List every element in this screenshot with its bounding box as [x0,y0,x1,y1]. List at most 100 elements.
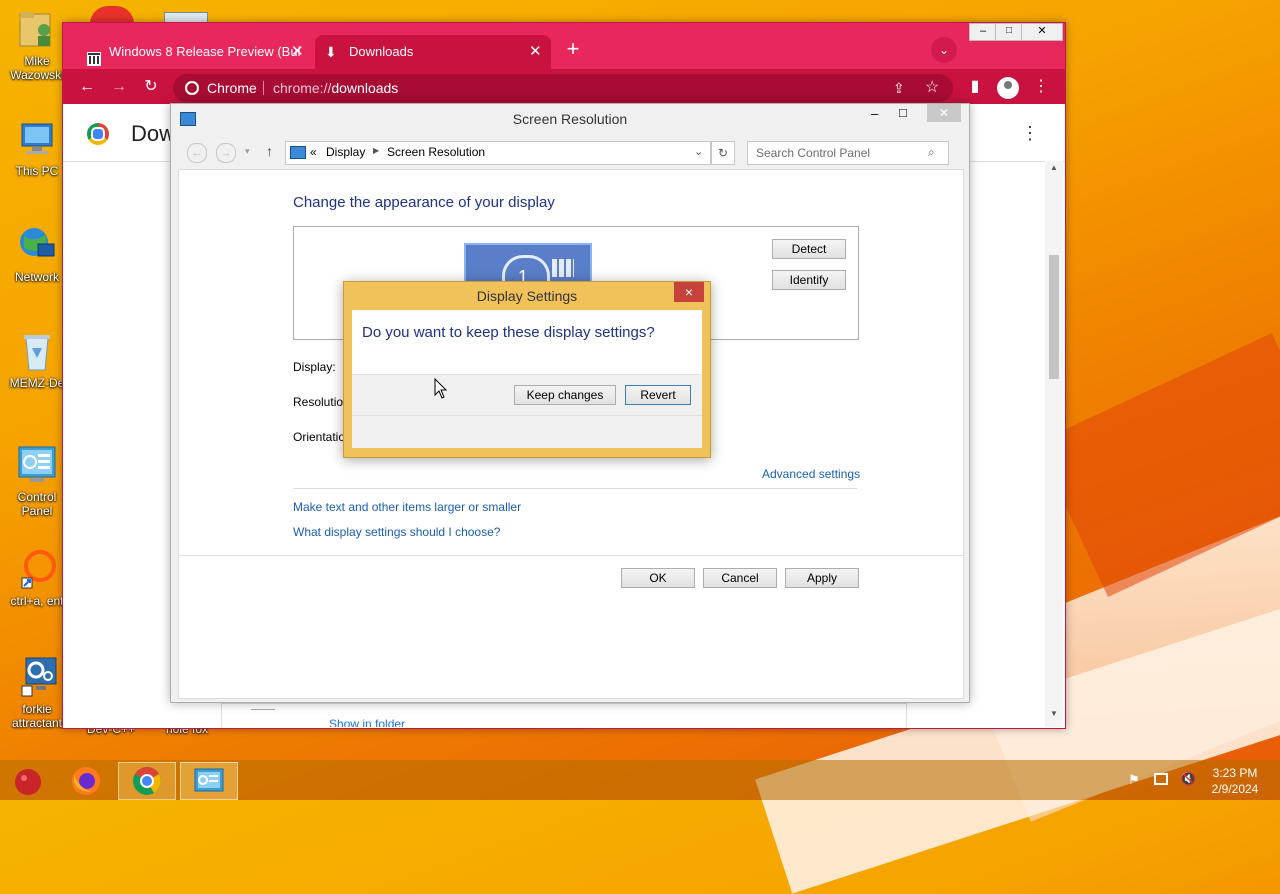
desktop-icon-label: MEMZ-De [9,376,65,390]
forward-icon[interactable]: → [216,143,236,163]
recent-locations-icon[interactable]: ▾ [245,146,250,157]
ok-button[interactable]: OK [621,568,695,588]
taskbar: ⚑ 🔇 3:23 PM 2/9/2024 [0,760,1280,800]
desktop-icon-network[interactable]: Network [4,224,70,284]
minimize-icon[interactable]: – [871,106,878,121]
dialog-close-icon[interactable]: × [674,282,704,302]
window-title: Screen Resolution [512,111,628,127]
shortcut-ring-icon [16,548,58,590]
search-placeholder: Search Control Panel [756,146,871,160]
clock[interactable]: 3:23 PM 2/9/2024 [1200,765,1270,797]
settings-gear-icon [16,656,58,698]
download-icon: ⬇ [325,44,337,60]
reload-icon[interactable]: ↻ [139,77,163,97]
refresh-icon[interactable]: ↻ [711,141,735,165]
up-arrow-icon[interactable]: ↑ [266,143,273,159]
text-size-link[interactable]: Make text and other items larger or smal… [293,500,521,514]
show-in-folder-link[interactable]: Show in folder [329,717,405,727]
page-scrollbar[interactable]: ▲ ▼ [1045,161,1063,727]
mouse-cursor-icon [434,377,448,403]
clock-date: 2/9/2024 [1211,782,1259,796]
download-card [221,703,907,728]
museum-icon [87,45,101,66]
breadcrumb-screen-resolution[interactable]: Screen Resolution [387,145,485,159]
bookmark-star-icon[interactable]: ☆ [925,74,939,102]
side-panel-icon[interactable]: ▮ [963,77,987,97]
scroll-down-arrow-icon[interactable]: ▼ [1050,709,1058,718]
close-icon[interactable]: ✕ [291,35,304,69]
chrome-menu-icon[interactable]: ⋮ [1029,77,1053,97]
desktop-icon-label: This PC [15,164,59,178]
identify-button[interactable]: Identify [772,270,846,290]
desktop-icon-label: Control Panel [17,490,57,518]
breadcrumb-overflow[interactable]: « [310,145,317,159]
taskbar-app[interactable] [118,762,176,800]
maximize-icon[interactable]: □ [899,105,907,120]
search-icon: ⌕ [928,145,935,159]
forward-icon[interactable]: → [107,77,131,97]
desktop-icon-label: ctrl+a, ent [10,594,64,608]
display-settings-help-link[interactable]: What display settings should I choose? [293,525,500,539]
desktop-icon-forkie[interactable]: forkie attractant [4,656,70,730]
user-folder-icon [16,8,58,50]
search-control-panel-input[interactable]: Search Control Panel ⌕ [747,141,949,165]
section-divider [293,488,857,489]
back-icon[interactable]: ← [187,143,207,163]
detect-button[interactable]: Detect [772,239,846,259]
desktop-icon-label: Mike Wazowski [10,54,64,82]
downloads-page-title: Dow [131,121,176,146]
clock-time: 3:23 PM [1212,766,1258,780]
dialog-body: Do you want to keep these display settin… [352,310,702,448]
url-scheme: chrome:// [273,80,332,96]
computer-icon [16,118,58,160]
chrome-page-logo-icon [87,123,109,145]
new-tab-icon[interactable]: + [561,38,585,60]
cancel-button[interactable]: Cancel [703,568,777,588]
desktop-icon-this-pc[interactable]: This PC [4,118,70,178]
action-center-flag-icon[interactable]: ⚑ [1128,772,1140,788]
taskbar-app[interactable] [0,762,56,798]
desktop-icon-user-folder[interactable]: Mike Wazowski [4,8,70,82]
keep-changes-button[interactable]: Keep changes [514,385,616,405]
omnibox[interactable]: Chrome chrome://downloads ⇪ ☆ [173,74,953,102]
tab-title: Downloads [349,44,414,59]
address-bar[interactable]: « Display ▶ Screen Resolution ⌄ [285,141,711,165]
advanced-settings-link[interactable]: Advanced settings [762,467,860,481]
taskbar-app[interactable] [180,762,238,800]
maximize-icon[interactable]: □ [995,23,1023,41]
desktop-icon-recycle-bin[interactable]: MEMZ-De [4,330,70,390]
address-dropdown-icon[interactable]: ⌄ [694,145,703,158]
dialog-button-row: Keep changes Revert [352,374,702,416]
volume-muted-icon[interactable]: 🔇 [1180,771,1196,787]
taskbar-app[interactable] [58,762,114,798]
window-close-icon[interactable]: ✕ [927,104,961,122]
monitor-grid-icon [552,259,574,277]
download-file-icon [251,703,275,710]
close-icon[interactable]: ✕ [529,35,542,69]
tab-downloads[interactable]: ⬇ Downloads ✕ [315,35,551,69]
share-icon[interactable]: ⇪ [893,74,905,102]
profile-avatar[interactable] [997,77,1019,99]
scroll-thumb[interactable] [1049,255,1059,379]
desktop-icon-shortcut[interactable]: ctrl+a, ent [4,548,70,608]
tab-windows8-release-preview[interactable]: Windows 8 Release Preview (Bui ✕ [77,35,313,69]
downloads-page-menu-icon[interactable]: ⋮ [1021,123,1039,144]
tab-title: Windows 8 Release Preview (Bui [109,44,301,59]
tab-search-icon[interactable]: ⌄ [931,37,957,63]
display-settings-dialog: Display Settings × Do you want to keep t… [343,281,711,458]
chrome-icon [133,767,161,795]
window-close-icon[interactable]: ✕ [1021,23,1063,41]
back-icon[interactable]: ← [75,77,99,97]
network-icon [16,224,58,266]
revert-button[interactable]: Revert [625,385,691,405]
dialog-question: Do you want to keep these display settin… [362,324,655,341]
network-status-icon[interactable] [1154,773,1168,785]
scroll-up-arrow-icon[interactable]: ▲ [1050,163,1058,172]
desktop-icon-label: forkie attractant [11,702,63,730]
desktop-icon-control-panel[interactable]: Control Panel [4,444,70,518]
breadcrumb-display[interactable]: Display [326,145,365,159]
minimize-icon[interactable]: – [969,23,997,41]
apply-button[interactable]: Apply [785,568,859,588]
recycle-bin-icon [16,330,58,372]
breadcrumb-separator-icon: ▶ [373,146,380,155]
